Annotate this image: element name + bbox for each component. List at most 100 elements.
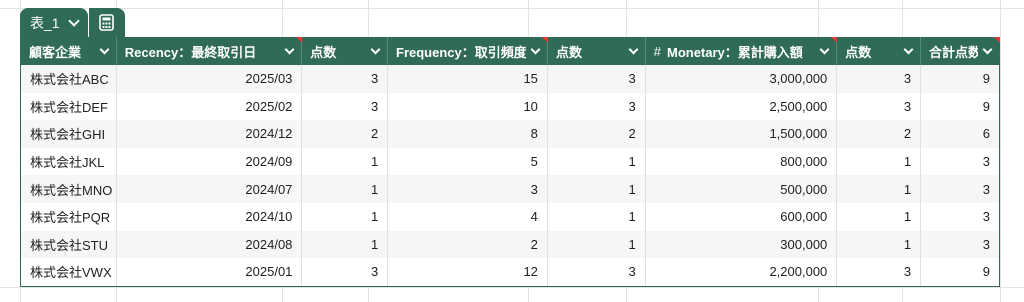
table-cell[interactable]: 3 [548,65,646,93]
table-cell[interactable]: 1 [548,175,646,203]
table-cell[interactable]: 9 [921,65,999,93]
table-cell[interactable]: 6 [921,120,999,148]
chevron-down-icon[interactable] [530,44,541,54]
table-cell[interactable]: 1,500,000 [646,120,838,148]
table-name-tab[interactable]: 表_1 [20,8,88,37]
chevron-down-icon[interactable] [284,44,295,54]
table-cell[interactable]: 3 [921,148,999,176]
table-cell[interactable]: 1 [548,230,646,259]
column-header-label: Recency：最終取引日 [124,44,257,60]
table-cell[interactable]: 株式会社JKL [21,147,117,176]
table-cell[interactable]: 3 [548,258,646,286]
column-header-5[interactable]: # Monetary：累計購入額 [646,37,838,65]
table-row: 株式会社MNO 2024/07 1 3 1 500,000 1 3 [21,175,999,203]
table-cell[interactable]: 株式会社GHI [21,120,117,148]
column-header-label: 合計点数 [929,44,978,60]
calculator-button[interactable] [88,8,125,37]
column-header-7[interactable]: 合計点数 [921,37,1000,65]
table-cell[interactable]: 2024/07 [117,175,303,203]
table-name: 表_1 [30,14,60,31]
table-cell[interactable]: 3 [921,203,999,231]
table-cell[interactable]: 1 [837,230,922,259]
table-cell[interactable]: 3 [302,92,389,121]
table-cell[interactable]: 1 [837,175,922,203]
column-header-4[interactable]: 点数 [548,37,646,65]
table-cell[interactable]: 2 [388,230,548,259]
table-cell[interactable]: 5 [388,147,548,176]
table-cell[interactable]: 3 [302,258,389,286]
table-cell[interactable]: 株式会社VWX [21,258,117,286]
table-cell[interactable]: 9 [921,93,999,121]
table-cell[interactable]: 1 [302,175,389,203]
chevron-down-icon[interactable] [370,44,381,54]
column-header-2[interactable]: 点数 [302,37,388,65]
table-cell[interactable]: 12 [388,258,548,286]
table-cell[interactable]: 3 [302,65,389,93]
table-cell[interactable]: 株式会社PQR [21,202,117,231]
table-cell[interactable]: 3 [921,175,999,203]
table-row: 株式会社VWX 2025/01 3 12 3 2,200,000 3 9 [21,258,999,286]
table-cell[interactable]: 2024/08 [117,230,303,259]
table-cell[interactable]: 1 [302,230,389,259]
chevron-down-icon[interactable] [628,44,639,54]
table-cell[interactable]: 2 [837,120,922,148]
table-cell[interactable]: 3 [388,175,548,203]
column-header-3[interactable]: Frequency：取引頻度 [388,37,548,65]
table-cell[interactable]: 3 [921,231,999,259]
table-cell[interactable]: 3 [548,92,646,121]
chevron-down-icon[interactable] [982,44,993,54]
table-cell[interactable]: 1 [837,202,922,231]
table-cell[interactable]: 3 [837,92,922,121]
column-header-label: 点数 [310,44,337,60]
table-row: 株式会社DEF 2025/02 3 10 3 2,500,000 3 9 [21,92,999,121]
table-cell[interactable]: 3 [837,65,922,93]
table-row: 株式会社STU 2024/08 1 2 1 300,000 1 3 [21,230,999,259]
chevron-down-icon[interactable] [819,44,830,54]
column-header-label: 点数 [845,44,872,60]
table-cell[interactable]: 600,000 [646,202,838,231]
chevron-down-icon[interactable] [99,44,110,54]
table-cell[interactable]: 3,000,000 [646,65,838,93]
table-tab: 表_1 [20,8,125,37]
table-row: 株式会社JKL 2024/09 1 5 1 800,000 1 3 [21,147,999,176]
table-row: 株式会社ABC 2025/03 3 15 3 3,000,000 3 9 [21,65,999,93]
table-cell[interactable]: 2,500,000 [646,92,838,121]
table-cell[interactable]: 2024/10 [117,202,303,231]
table-cell[interactable]: 4 [388,202,548,231]
table-cell[interactable]: 9 [921,258,999,286]
table-cell[interactable]: 300,000 [646,230,838,259]
table-cell[interactable]: 株式会社STU [21,230,117,259]
table-cell[interactable]: 8 [388,120,548,148]
chevron-down-icon [67,14,80,27]
table-cell[interactable]: 3 [837,258,922,286]
hash-icon: # [653,43,661,59]
table-cell[interactable]: 2025/02 [117,92,303,121]
table-cell[interactable]: 2025/03 [117,65,303,93]
table-cell[interactable]: 2025/01 [117,258,303,286]
table-cell[interactable]: 1 [548,202,646,231]
calculator-icon [99,14,114,31]
table-cell[interactable]: 10 [388,92,548,121]
column-header-1[interactable]: Recency：最終取引日 [117,37,303,65]
table-cell[interactable]: 1 [837,147,922,176]
column-header-6[interactable]: 点数 [837,37,921,65]
table-cell[interactable]: 500,000 [646,175,838,203]
column-header-0[interactable]: 顧客企業 [21,37,117,65]
table-cell[interactable]: 2 [548,120,646,148]
column-header-label: 点数 [556,44,583,60]
table-cell[interactable]: 2024/12 [117,120,303,148]
table-cell[interactable]: 2,200,000 [646,258,838,286]
table-cell[interactable]: 株式会社ABC [21,65,117,93]
table-cell[interactable]: 1 [302,147,389,176]
table-cell[interactable]: 2 [302,120,389,148]
table-cell[interactable]: 株式会社MNO [21,175,117,203]
column-header-label: Monetary：累計購入額 [666,44,803,60]
table-cell[interactable]: 1 [302,202,389,231]
chevron-down-icon[interactable] [903,44,914,54]
table-cell[interactable]: 800,000 [646,147,838,176]
table-cell[interactable]: 株式会社DEF [21,92,117,121]
column-header-label: 顧客企業 [29,44,82,60]
table-cell[interactable]: 15 [388,65,548,93]
table-cell[interactable]: 2024/09 [117,147,303,176]
table-cell[interactable]: 1 [548,147,646,176]
